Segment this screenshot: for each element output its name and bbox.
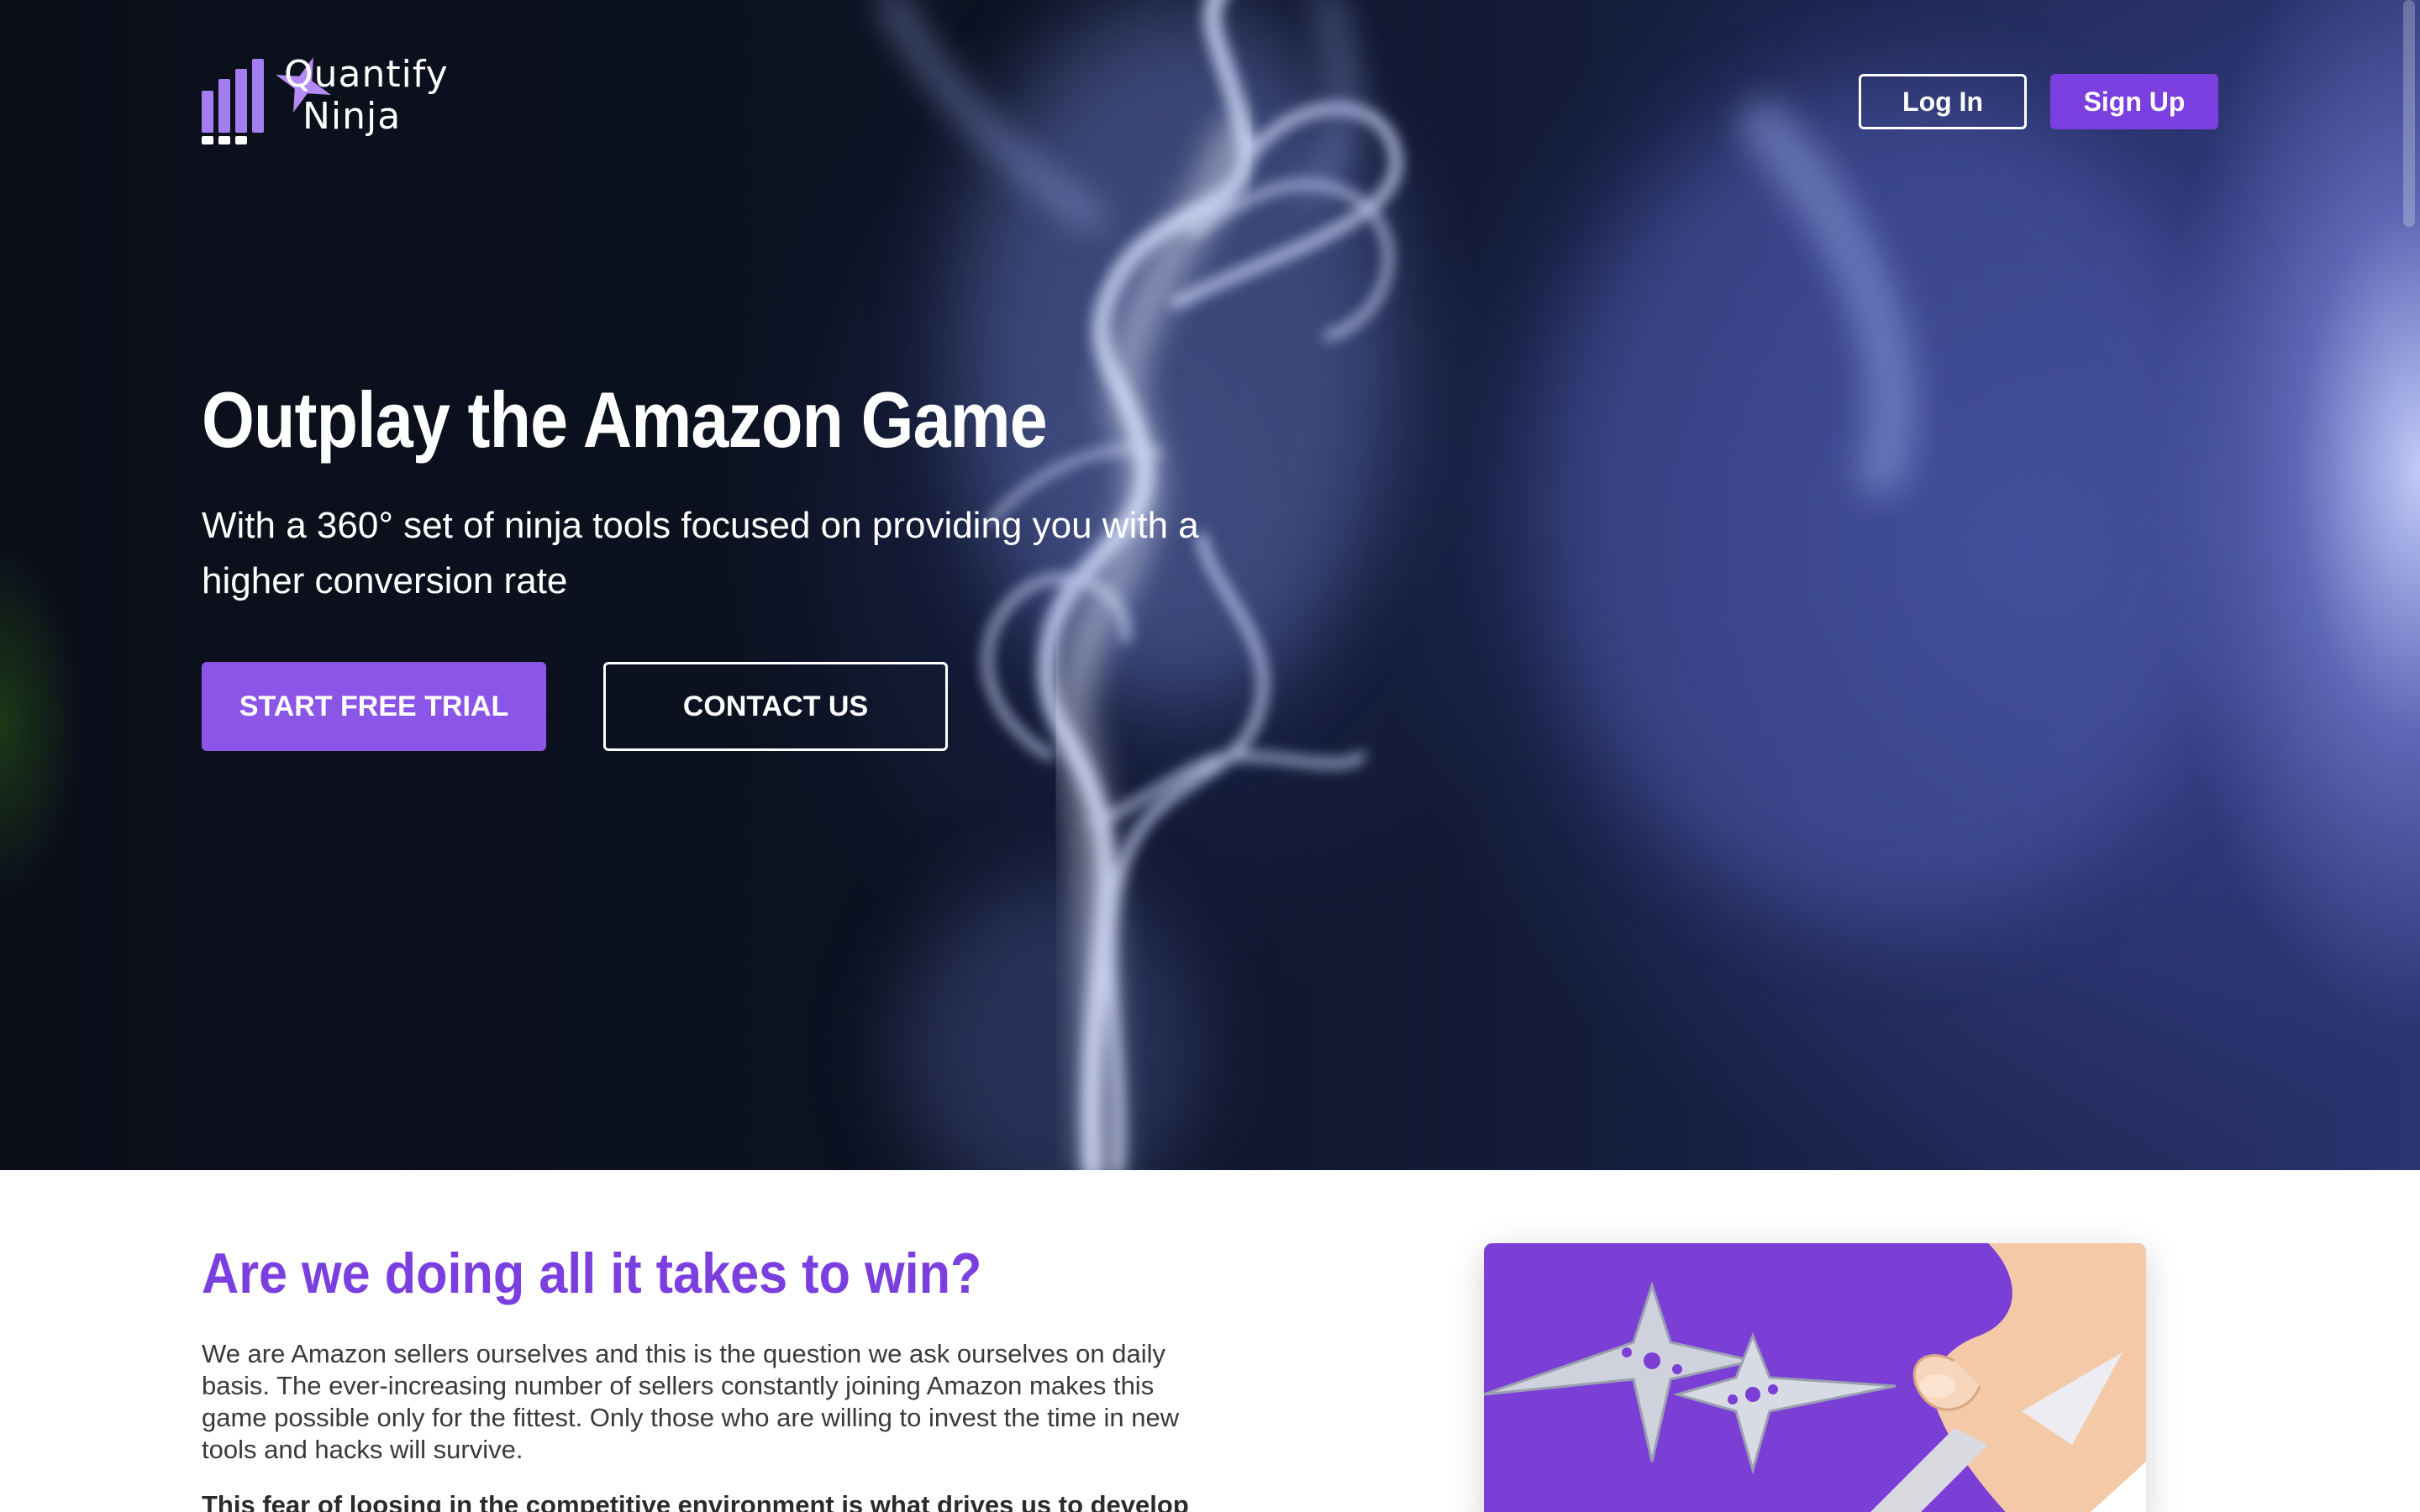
- hero-subtitle: With a 360° set of ninja tools focused o…: [202, 505, 1199, 601]
- bar-chart-icon: [202, 52, 266, 144]
- hero-section: Quantify Ninja Log In Sign Up Outplay th…: [0, 0, 2420, 1170]
- signup-button[interactable]: Sign Up: [2050, 74, 2218, 129]
- intro-paragraph: We are Amazon sellers ourselves and this…: [202, 1339, 1180, 1464]
- section-title: Are we doing all it takes to win?: [202, 1242, 982, 1305]
- logo-text: Quantify Ninja: [284, 54, 449, 138]
- shuriken-hand-illustration: [1484, 1243, 2146, 1512]
- logo-text-line1: Quantify: [284, 53, 449, 96]
- login-button[interactable]: Log In: [1859, 74, 2027, 129]
- intro-section: Are we doing all it takes to win? We are…: [0, 1170, 2420, 1512]
- scrollbar-thumb[interactable]: [2403, 0, 2415, 227]
- hero-title: Outplay the Amazon Game: [202, 375, 1048, 464]
- landing-page: Quantify Ninja Log In Sign Up Outplay th…: [0, 0, 2420, 1512]
- logo[interactable]: Quantify Ninja: [202, 52, 454, 144]
- start-free-trial-button[interactable]: START FREE TRIAL: [202, 662, 546, 751]
- contact-us-button[interactable]: CONTACT US: [603, 662, 948, 751]
- intro-paragraph-bold: This fear of loosing in the competitive …: [202, 1490, 1189, 1512]
- logo-text-line2: Ninja: [302, 95, 402, 138]
